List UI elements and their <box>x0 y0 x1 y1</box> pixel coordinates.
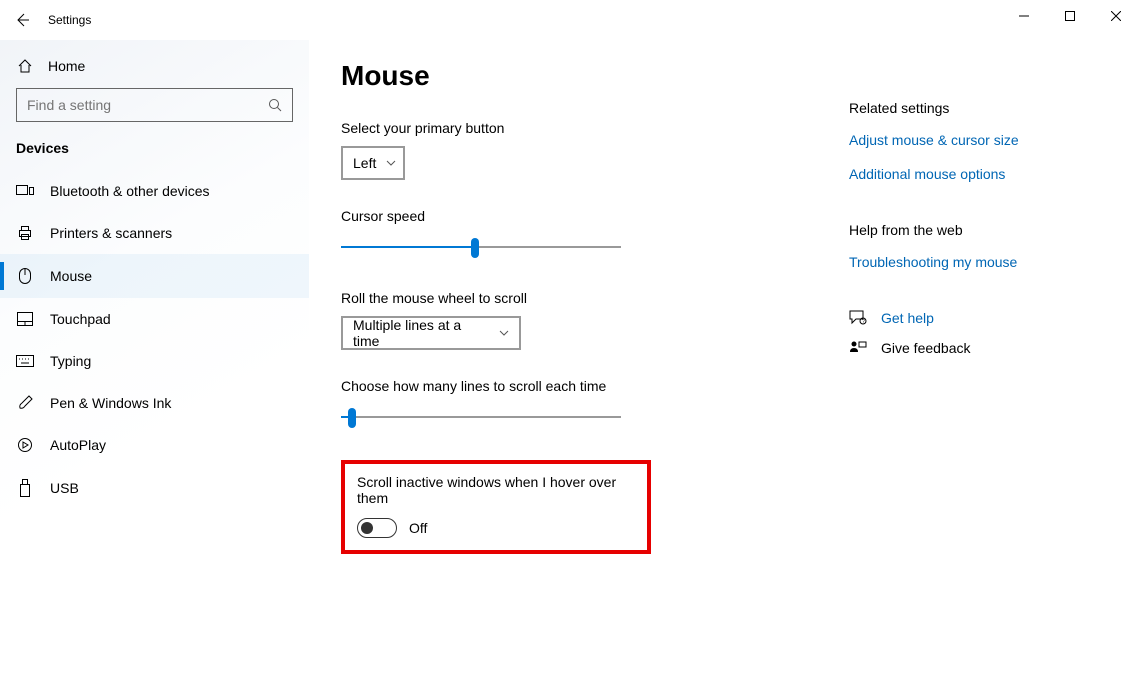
pen-icon <box>16 395 34 411</box>
search-input[interactable] <box>27 97 247 113</box>
sidebar-item-pen[interactable]: Pen & Windows Ink <box>0 382 309 424</box>
close-icon <box>1111 11 1121 21</box>
slider-thumb[interactable] <box>348 408 356 428</box>
related-heading: Related settings <box>849 100 1099 116</box>
toggle-knob <box>361 522 373 534</box>
feedback-icon <box>849 340 867 356</box>
sidebar-item-label: Typing <box>50 353 91 369</box>
sidebar-item-bluetooth[interactable]: Bluetooth & other devices <box>0 170 309 212</box>
sidebar-item-label: Bluetooth & other devices <box>50 183 210 199</box>
usb-icon <box>16 479 34 497</box>
window-title: Settings <box>48 13 91 27</box>
page-title: Mouse <box>341 60 849 92</box>
setting-label: Select your primary button <box>341 120 849 136</box>
maximize-icon <box>1065 11 1075 21</box>
sidebar-item-label: Printers & scanners <box>50 225 172 241</box>
search-icon <box>268 98 282 112</box>
highlight-box: Scroll inactive windows when I hover ove… <box>341 460 651 554</box>
wheel-scroll-setting: Roll the mouse wheel to scroll Multiple … <box>341 290 849 350</box>
home-icon <box>16 58 34 74</box>
cursor-speed-slider[interactable] <box>341 234 621 262</box>
link-label: Get help <box>881 310 934 326</box>
minimize-button[interactable] <box>1001 0 1047 32</box>
autoplay-icon <box>16 437 34 453</box>
lines-scroll-setting: Choose how many lines to scroll each tim… <box>341 378 849 432</box>
get-help-link[interactable]: ? Get help <box>849 310 1099 326</box>
link-label: Give feedback <box>881 340 971 356</box>
link-adjust-mouse[interactable]: Adjust mouse & cursor size <box>849 132 1099 148</box>
setting-label: Choose how many lines to scroll each tim… <box>341 378 849 394</box>
link-troubleshoot[interactable]: Troubleshooting my mouse <box>849 254 1099 270</box>
sidebar-item-usb[interactable]: USB <box>0 466 309 510</box>
devices-icon <box>16 183 34 199</box>
sidebar-item-touchpad[interactable]: Touchpad <box>0 298 309 340</box>
window-controls <box>1001 0 1139 32</box>
maximize-button[interactable] <box>1047 0 1093 32</box>
printer-icon <box>16 225 34 241</box>
wheel-scroll-select[interactable]: Multiple lines at a time <box>341 316 521 350</box>
sidebar: Home Devices Bluetooth & other devices P… <box>0 40 309 689</box>
chevron-down-icon <box>499 330 509 336</box>
sidebar-item-autoplay[interactable]: AutoPlay <box>0 424 309 466</box>
touchpad-icon <box>16 312 34 326</box>
help-heading: Help from the web <box>849 222 1099 238</box>
home-label: Home <box>48 58 85 74</box>
content-area: Mouse Select your primary button Left Cu… <box>309 40 849 689</box>
close-button[interactable] <box>1093 0 1139 32</box>
search-box[interactable] <box>16 88 293 122</box>
setting-label: Roll the mouse wheel to scroll <box>341 290 849 306</box>
lines-scroll-slider[interactable] <box>341 404 621 432</box>
sidebar-item-label: Pen & Windows Ink <box>50 395 171 411</box>
slider-thumb[interactable] <box>471 238 479 258</box>
setting-label: Scroll inactive windows when I hover ove… <box>357 474 635 506</box>
link-additional-options[interactable]: Additional mouse options <box>849 166 1099 182</box>
chevron-down-icon <box>386 160 396 166</box>
inactive-scroll-toggle[interactable] <box>357 518 397 538</box>
primary-button-setting: Select your primary button Left <box>341 120 849 180</box>
primary-button-select[interactable]: Left <box>341 146 405 180</box>
select-value: Multiple lines at a time <box>353 317 489 349</box>
back-button[interactable] <box>0 0 44 40</box>
setting-label: Cursor speed <box>341 208 849 224</box>
sidebar-item-printers[interactable]: Printers & scanners <box>0 212 309 254</box>
group-heading: Devices <box>0 140 309 170</box>
sidebar-item-typing[interactable]: Typing <box>0 340 309 382</box>
titlebar: Settings <box>0 0 1139 40</box>
arrow-left-icon <box>14 12 30 28</box>
select-value: Left <box>353 155 376 171</box>
minimize-icon <box>1019 11 1029 21</box>
svg-text:?: ? <box>862 319 865 325</box>
sidebar-item-mouse[interactable]: Mouse <box>0 254 309 298</box>
give-feedback-link[interactable]: Give feedback <box>849 340 1099 356</box>
chat-icon: ? <box>849 310 867 326</box>
sidebar-item-label: Mouse <box>50 268 92 284</box>
keyboard-icon <box>16 355 34 367</box>
sidebar-item-label: Touchpad <box>50 311 111 327</box>
sidebar-item-label: AutoPlay <box>50 437 106 453</box>
cursor-speed-setting: Cursor speed <box>341 208 849 262</box>
right-pane: Related settings Adjust mouse & cursor s… <box>849 40 1139 689</box>
home-link[interactable]: Home <box>0 50 309 88</box>
mouse-icon <box>16 267 34 285</box>
sidebar-item-label: USB <box>50 480 79 496</box>
toggle-state: Off <box>409 520 427 536</box>
